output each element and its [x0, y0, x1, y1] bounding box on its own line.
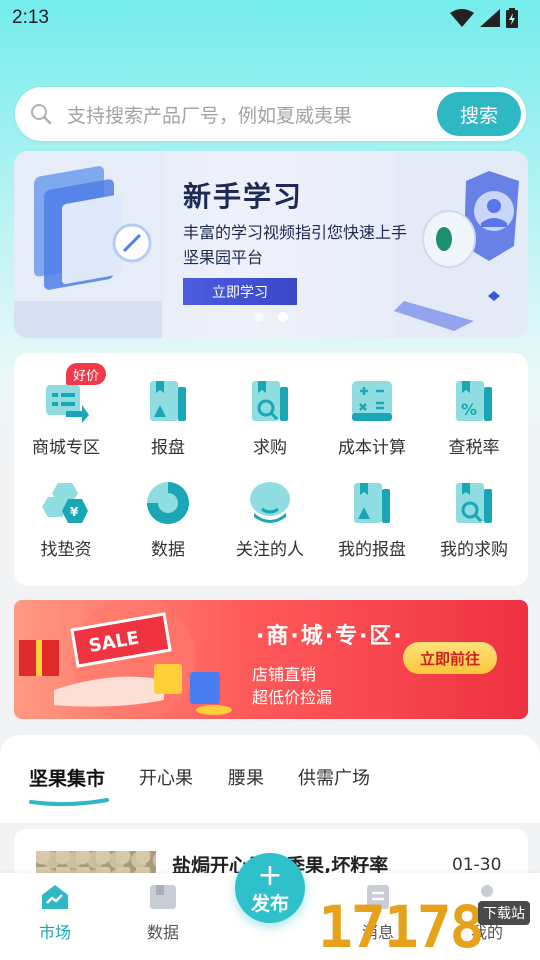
grid-item-my-offer[interactable]: 我的报盘	[321, 479, 423, 560]
status-bar: 2:13	[0, 0, 540, 36]
funding-icon: ¥	[42, 483, 88, 523]
nav-market[interactable]: 市场	[15, 883, 95, 943]
hot-deal-badge: 好价	[66, 363, 106, 385]
mall-promo-banner[interactable]: SALE ·商·城·专·区· 店铺直销 超低价捡漏 立即前往	[14, 600, 528, 719]
grid-item-offer[interactable]: 报盘	[117, 377, 219, 458]
grid-label-mall: 商城专区	[32, 438, 100, 458]
learn-now-button[interactable]: 立即学习	[183, 278, 297, 305]
promo-line-1: 店铺直销	[252, 665, 317, 684]
my-purchase-icon	[456, 483, 492, 523]
tab-nut-market[interactable]: 坚果集市	[29, 764, 105, 791]
banner-subtitle-1: 丰富的学习视频指引您快速上手	[183, 223, 408, 242]
svg-text:%: %	[461, 400, 477, 419]
market-tabs: 坚果集市 开心果 腰果 供需广场	[0, 760, 540, 810]
publish-button[interactable]: + 发布	[235, 853, 305, 923]
nav-label-data: 数据	[146, 923, 179, 942]
grid-label-purchase: 求购	[253, 438, 287, 458]
carousel-dot[interactable]	[254, 312, 264, 322]
status-icons	[450, 8, 518, 28]
product-date: 01-30	[452, 855, 502, 875]
grid-label-my-offer: 我的报盘	[338, 540, 406, 560]
go-now-button[interactable]: 立即前往	[403, 642, 497, 674]
nav-label-market: 市场	[38, 923, 71, 942]
offer-icon	[150, 381, 186, 421]
grid-label-offer: 报盘	[151, 438, 185, 458]
promo-title: ·商·城·专·区·	[256, 624, 404, 649]
nav-messages[interactable]: 消息	[338, 883, 418, 943]
grid-label-data: 数据	[151, 540, 185, 560]
carousel-dot-active[interactable]	[278, 312, 288, 322]
my-offer-icon	[354, 483, 390, 523]
grid-item-purchase[interactable]: 求购	[219, 377, 321, 458]
message-nav-icon	[367, 885, 389, 909]
search-button[interactable]: 搜索	[437, 92, 521, 136]
signal-icon	[480, 9, 500, 27]
nav-me[interactable]: 我的	[447, 883, 527, 943]
search-icon	[31, 104, 52, 125]
grid-label-following: 关注的人	[236, 540, 304, 560]
grid-item-following[interactable]: 关注的人	[219, 479, 321, 560]
banner-subtitle-2: 坚果园平台	[183, 248, 264, 267]
tab-cashew[interactable]: 腰果	[228, 764, 264, 790]
calculator-icon	[352, 381, 392, 421]
banner-title: 新手学习	[183, 180, 304, 213]
folder-illustration-icon	[14, 151, 162, 338]
battery-icon	[506, 8, 518, 28]
grid-item-funding[interactable]: ¥ 找垫资	[15, 479, 117, 560]
tax-rate-icon: %	[456, 381, 492, 421]
sale-illustration-icon: SALE	[19, 600, 232, 719]
search-input[interactable]: 支持搜索产品厂号，例如夏威夷果	[67, 101, 437, 128]
svg-text:¥: ¥	[70, 505, 79, 519]
profile-nav-icon	[475, 885, 499, 910]
nav-label-messages: 消息	[361, 923, 394, 942]
search-bar[interactable]: 支持搜索产品厂号，例如夏威夷果 搜索	[15, 87, 526, 141]
pie-chart-icon	[147, 482, 189, 524]
grid-label-tax-rate: 查税率	[448, 438, 500, 458]
active-tab-underline	[29, 798, 109, 807]
data-nav-icon	[150, 885, 176, 909]
publish-label: 发布	[250, 893, 289, 915]
grid-item-my-purchase[interactable]: 我的求购	[423, 479, 525, 560]
grid-item-tax-rate[interactable]: % 查税率	[423, 377, 525, 458]
follow-icon	[250, 482, 290, 523]
promo-line-2: 超低价捡漏	[252, 688, 333, 707]
nav-data[interactable]: 数据	[123, 883, 203, 943]
tab-supply-demand[interactable]: 供需广场	[298, 764, 370, 790]
grid-label-my-purchase: 我的求购	[440, 540, 508, 560]
plus-icon: +	[257, 858, 283, 893]
wifi-icon	[450, 9, 474, 27]
nav-label-me: 我的	[470, 923, 503, 942]
status-time: 2:13	[12, 7, 49, 28]
tab-pistachio[interactable]: 开心果	[139, 764, 193, 790]
grid-label-cost-calc: 成本计算	[338, 438, 406, 458]
market-nav-icon	[42, 885, 68, 909]
grid-item-mall[interactable]: 商城专区	[15, 377, 117, 458]
grid-label-funding: 找垫资	[40, 540, 92, 560]
grid-item-cost-calc[interactable]: 成本计算	[321, 377, 423, 458]
feature-grid: 商城专区 好价 报盘 求购 成本计算 % 查税率 ¥ 找垫资 数据 关注的人 我…	[14, 353, 528, 586]
purchase-search-icon	[252, 381, 288, 421]
learning-banner[interactable]: 新手学习 丰富的学习视频指引您快速上手 坚果园平台 立即学习	[14, 151, 528, 338]
grid-item-data[interactable]: 数据	[117, 479, 219, 560]
learning-illustration-icon	[394, 151, 528, 338]
